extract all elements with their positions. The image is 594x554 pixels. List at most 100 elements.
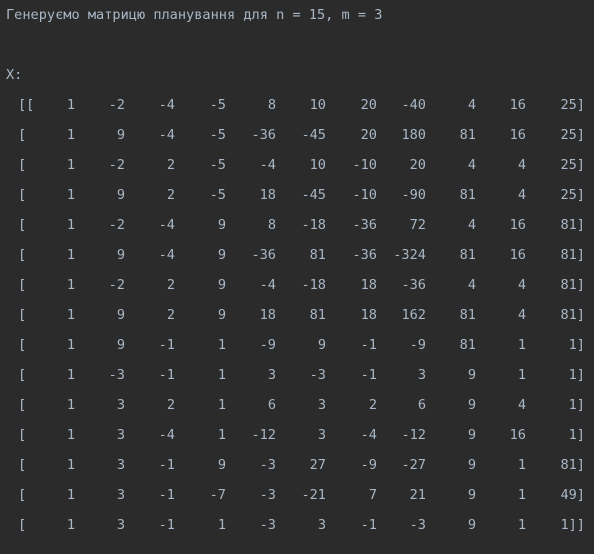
matrix-cell: -12 bbox=[251, 427, 276, 443]
matrix-cell: 20 bbox=[360, 97, 377, 113]
matrix-cell: 4 bbox=[467, 217, 476, 233]
matrix-cell: -3 bbox=[259, 487, 276, 503]
matrix-cell: 1 bbox=[217, 427, 226, 443]
matrix-row-open-bracket: [ bbox=[18, 157, 27, 173]
matrix-cell: 1 bbox=[66, 217, 75, 233]
matrix-cell: -1 bbox=[158, 337, 175, 353]
matrix-cell: 1 bbox=[517, 337, 526, 353]
matrix-cell: 1]] bbox=[560, 517, 585, 533]
matrix-cell: -1 bbox=[158, 457, 175, 473]
matrix-cell: -40 bbox=[401, 97, 426, 113]
matrix-cell: -45 bbox=[301, 127, 326, 143]
matrix-row: [1 -2 2 9 -4 -18 18 -36 4 4 81] bbox=[0, 270, 594, 300]
matrix-cell: 3 bbox=[116, 457, 125, 473]
matrix-cell: 1 bbox=[217, 397, 226, 413]
matrix-cell: 16 bbox=[509, 427, 526, 443]
matrix-row-open-bracket: [ bbox=[18, 247, 27, 263]
matrix-cell: -1 bbox=[360, 517, 377, 533]
matrix-cell: 9 bbox=[116, 247, 125, 263]
matrix-cell: -45 bbox=[301, 187, 326, 203]
matrix-cell: 3 bbox=[417, 367, 426, 383]
matrix-row: [1 3 -1 -7 -3 -21 7 21 9 1 49] bbox=[0, 480, 594, 510]
matrix-cell: 9 bbox=[467, 517, 476, 533]
matrix-row-open-bracket: [[ bbox=[18, 97, 35, 113]
matrix-cell: -1 bbox=[360, 367, 377, 383]
matrix-cell: 9 bbox=[116, 187, 125, 203]
matrix-cell: 1] bbox=[568, 337, 585, 353]
matrix-row: [1 9 2 9 18 81 18 162 81 4 81] bbox=[0, 300, 594, 330]
matrix-cell: -10 bbox=[352, 157, 377, 173]
matrix-cell: 18 bbox=[360, 277, 377, 293]
matrix-row: [1 3 -1 1 -3 3 -1 -3 9 1 1]] bbox=[0, 510, 594, 540]
matrix-cell: 1 bbox=[217, 517, 226, 533]
matrix-cell: -1 bbox=[360, 337, 377, 353]
matrix-cell: 2 bbox=[166, 307, 175, 323]
matrix-cell: -90 bbox=[401, 187, 426, 203]
matrix-cell: 1] bbox=[568, 427, 585, 443]
matrix-cell: 1 bbox=[517, 457, 526, 473]
matrix-cell: -4 bbox=[158, 97, 175, 113]
matrix-cell: 25] bbox=[560, 97, 585, 113]
matrix-cell: -9 bbox=[259, 337, 276, 353]
matrix-cell: 3 bbox=[317, 517, 326, 533]
matrix-cell: 1 bbox=[66, 457, 75, 473]
matrix-cell: 9 bbox=[217, 307, 226, 323]
matrix-cell: 9 bbox=[467, 397, 476, 413]
matrix-row-open-bracket: [ bbox=[18, 457, 27, 473]
matrix-cell: -7 bbox=[209, 487, 226, 503]
matrix-cell: 1 bbox=[217, 367, 226, 383]
matrix-cell: 16 bbox=[509, 217, 526, 233]
matrix-cell: 3 bbox=[116, 487, 125, 503]
matrix-row-open-bracket: [ bbox=[18, 517, 27, 533]
matrix-cell: -4 bbox=[259, 157, 276, 173]
matrix-cell: 72 bbox=[409, 217, 426, 233]
matrix-row-open-bracket: [ bbox=[18, 337, 27, 353]
matrix-cell: 1 bbox=[66, 397, 75, 413]
matrix-cell: -18 bbox=[301, 277, 326, 293]
matrix-cell: -5 bbox=[209, 97, 226, 113]
matrix-cell: -1 bbox=[158, 367, 175, 383]
matrix-cell: 27 bbox=[309, 457, 326, 473]
matrix-cell: 1 bbox=[517, 487, 526, 503]
matrix-cell: 1] bbox=[568, 397, 585, 413]
matrix-cell: 3 bbox=[116, 397, 125, 413]
matrix-cell: 4 bbox=[517, 397, 526, 413]
matrix-cell: 25] bbox=[560, 187, 585, 203]
matrix-cell: -36 bbox=[251, 127, 276, 143]
matrix-cell: 9 bbox=[467, 367, 476, 383]
matrix-cell: 81 bbox=[309, 247, 326, 263]
matrix-cell: 25] bbox=[560, 127, 585, 143]
matrix-cell: 2 bbox=[166, 187, 175, 203]
matrix-row: [1 9 -4 -5 -36 -45 20 180 81 16 25] bbox=[0, 120, 594, 150]
matrix-row-open-bracket: [ bbox=[18, 427, 27, 443]
matrix-row-open-bracket: [ bbox=[18, 397, 27, 413]
matrix-row-open-bracket: [ bbox=[18, 217, 27, 233]
matrix-row-open-bracket: [ bbox=[18, 127, 27, 143]
matrix-cell: -324 bbox=[393, 247, 426, 263]
matrix-cell: 21 bbox=[409, 487, 426, 503]
matrix-cell: 16 bbox=[509, 127, 526, 143]
matrix-cell: 1 bbox=[66, 337, 75, 353]
matrix-cell: -3 bbox=[259, 517, 276, 533]
matrix-cell: 1 bbox=[66, 487, 75, 503]
matrix-cell: 9 bbox=[467, 487, 476, 503]
matrix-cell: 81] bbox=[560, 277, 585, 293]
matrix-cell: -5 bbox=[209, 187, 226, 203]
matrix-cell: 1 bbox=[66, 367, 75, 383]
matrix-cell: 1 bbox=[217, 337, 226, 353]
matrix-row: [1 3 -1 9 -3 27 -9 -27 9 1 81] bbox=[0, 450, 594, 480]
matrix-cell: 180 bbox=[401, 127, 426, 143]
matrix-cell: 4 bbox=[517, 157, 526, 173]
matrix-cell: 4 bbox=[467, 277, 476, 293]
matrix-cell: -27 bbox=[401, 457, 426, 473]
matrix-cell: 1] bbox=[568, 367, 585, 383]
matrix-cell: -36 bbox=[251, 247, 276, 263]
matrix-cell: -36 bbox=[352, 247, 377, 263]
matrix-cell: 10 bbox=[309, 97, 326, 113]
matrix-row: [1 9 -1 1 -9 9 -1 -9 81 1 1] bbox=[0, 330, 594, 360]
matrix-cell: 49] bbox=[560, 487, 585, 503]
matrix-cell: 1 bbox=[66, 187, 75, 203]
matrix-cell: 18 bbox=[259, 187, 276, 203]
matrix-cell: 8 bbox=[267, 217, 276, 233]
matrix-cell: -10 bbox=[352, 187, 377, 203]
